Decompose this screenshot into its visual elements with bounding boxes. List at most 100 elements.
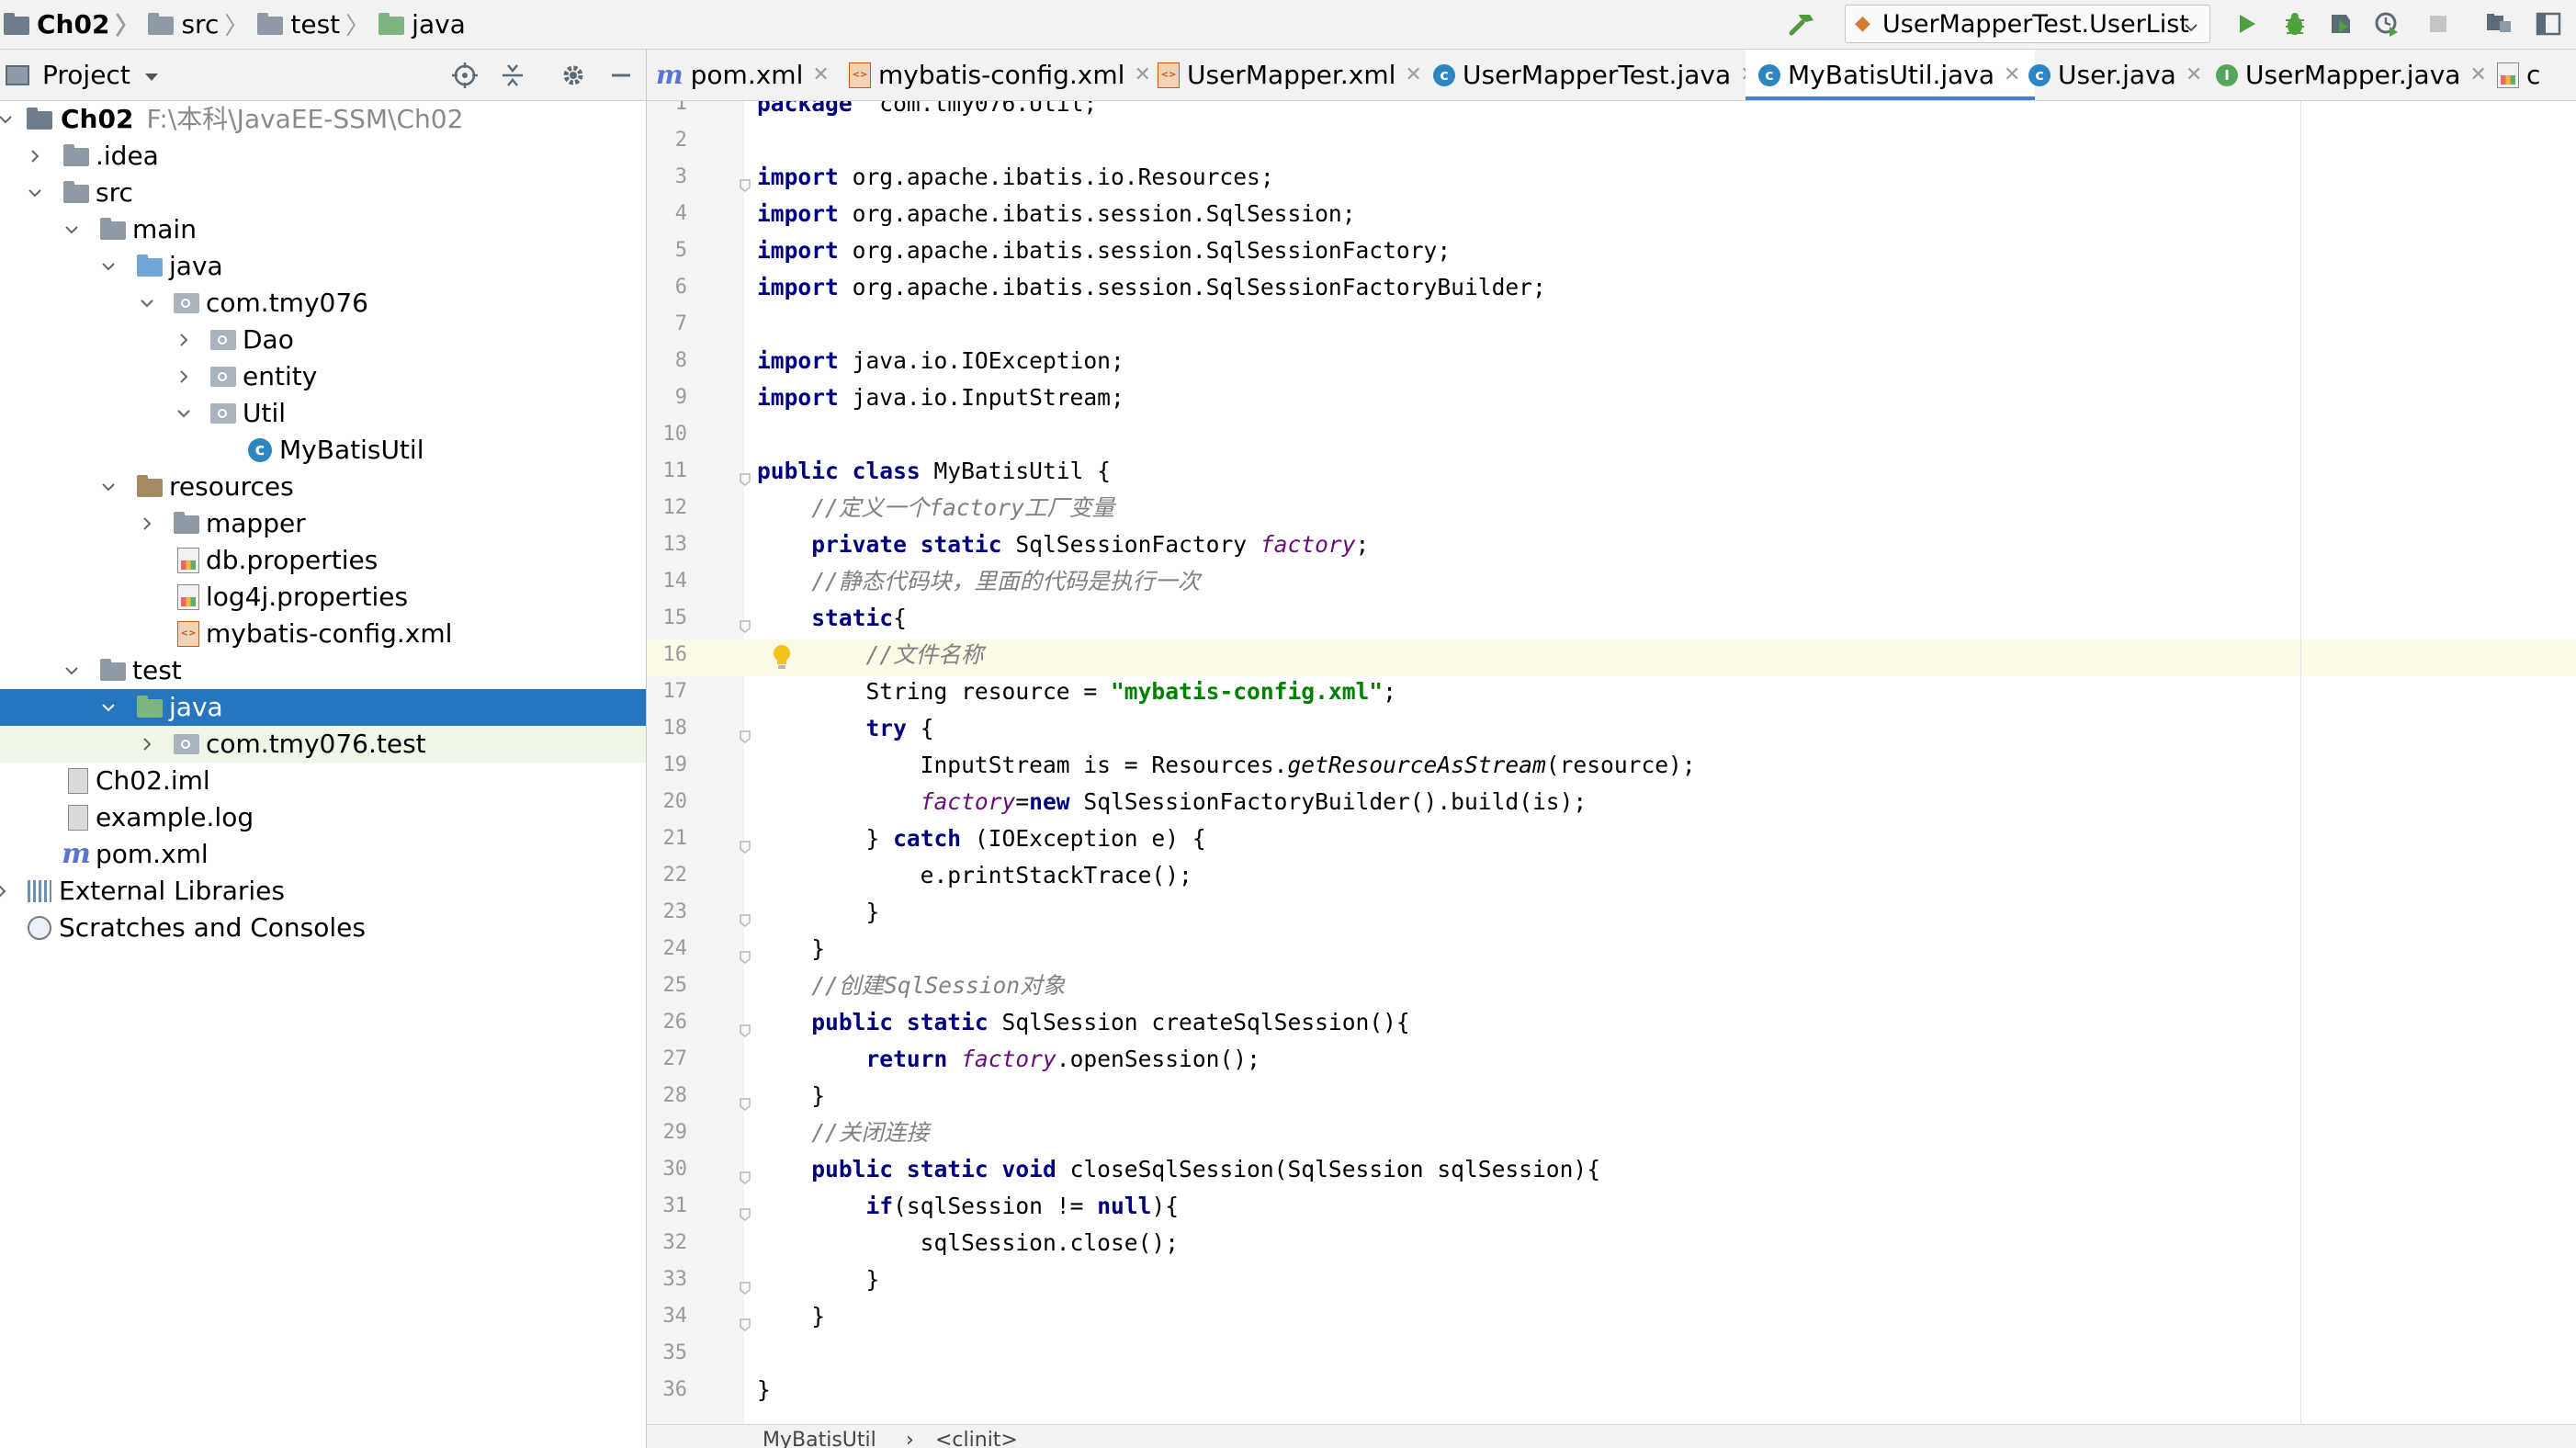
code-line[interactable]: 31 if(sqlSession != null){ — [647, 1188, 2576, 1225]
run-configuration-select[interactable]: ◆ UserMapperTest.UserList — [1845, 5, 2210, 43]
fold-marker-icon[interactable] — [739, 1089, 751, 1111]
code-line[interactable]: 27 return factory.openSession(); — [647, 1041, 2576, 1078]
code-line[interactable]: 12 //定义一个factory工厂变量 — [647, 490, 2576, 526]
code-line[interactable]: 34 } — [647, 1298, 2576, 1335]
fold-marker-icon[interactable] — [739, 905, 751, 927]
close-icon[interactable]: ✕ — [2186, 63, 2202, 86]
code-line[interactable]: 10 — [647, 416, 2576, 453]
chevron-right-icon[interactable] — [0, 880, 13, 902]
fold-marker-icon[interactable] — [739, 721, 751, 743]
close-icon[interactable]: ✕ — [1405, 63, 1421, 86]
code-line[interactable]: 26 public static SqlSession createSqlSes… — [647, 1004, 2576, 1041]
collapse-all-icon[interactable] — [498, 61, 527, 90]
coverage-icon[interactable] — [2324, 7, 2357, 40]
tree-item-idea[interactable]: .idea — [0, 138, 646, 175]
tab-usermapper-xml[interactable]: <> UserMapper.xml ✕ — [1158, 50, 1422, 100]
close-icon[interactable]: ✕ — [812, 63, 829, 86]
hide-icon[interactable] — [606, 61, 636, 90]
code-line[interactable]: 23 } — [647, 894, 2576, 931]
code-line[interactable]: 18 try { — [647, 710, 2576, 747]
chevron-right-icon[interactable] — [173, 366, 195, 388]
tab-mybatisutil-java[interactable]: c MyBatisUtil.java ✕ — [1746, 50, 2036, 100]
tree-item-main[interactable]: main — [0, 211, 646, 248]
code-editor[interactable]: 1 package com.tmy076.Util; 2 3 import org.ap… — [647, 101, 2576, 1424]
chevron-right-icon[interactable] — [136, 513, 158, 535]
breadcrumb-item-java[interactable]: java — [378, 9, 466, 40]
code-line[interactable]: 4 import org.apache.ibatis.session.SqlSes… — [647, 196, 2576, 232]
code-line[interactable]: 24 } — [647, 931, 2576, 967]
breadcrumb-item-src[interactable]: src 〉 — [148, 7, 257, 41]
code-line[interactable]: 14 //静态代码块，里面的代码是执行一次 — [647, 563, 2576, 600]
tree-item-scratches-and-consoles[interactable]: Scratches and Consoles — [0, 910, 646, 946]
tab-user-java[interactable]: c User.java ✕ — [2028, 50, 2202, 100]
tree-item-pom-xml[interactable]: m pom.xml — [0, 836, 646, 873]
fold-marker-icon[interactable] — [739, 1015, 751, 1037]
close-icon[interactable]: ✕ — [2469, 63, 2486, 86]
chevron-down-icon[interactable] — [61, 219, 83, 241]
code-line[interactable]: 3 import org.apache.ibatis.io.Resources; — [647, 159, 2576, 196]
chevron-down-icon[interactable] — [97, 476, 119, 498]
tree-item-ch02-iml[interactable]: Ch02.iml — [0, 763, 646, 799]
lightbulb-icon[interactable] — [772, 644, 792, 672]
fold-marker-icon[interactable] — [739, 1309, 751, 1331]
breadcrumb-item-test[interactable]: test 〉 — [257, 7, 378, 41]
gear-icon[interactable] — [559, 61, 588, 90]
tree-item-resources[interactable]: resources — [0, 469, 646, 505]
editor-breadcrumb-class[interactable]: MyBatisUtil — [763, 1429, 876, 1448]
tab-usermapper-java[interactable]: I UserMapper.java ✕ — [2216, 50, 2487, 100]
fold-marker-icon[interactable] — [739, 1199, 751, 1221]
tree-item-project-root[interactable]: Ch02 F:\本科\JavaEE-SSM\Ch02 — [0, 101, 646, 138]
chevron-right-icon[interactable] — [24, 145, 46, 167]
close-icon[interactable]: ✕ — [2004, 63, 2020, 86]
tree-item-src[interactable]: src — [0, 175, 646, 211]
breadcrumb-item-project[interactable]: Ch02 〉 — [4, 7, 148, 41]
tree-item-mapper[interactable]: mapper — [0, 505, 646, 542]
tree-item-external-libraries[interactable]: External Libraries — [0, 873, 646, 910]
code-line[interactable]: 5 import org.apache.ibatis.session.SqlSes… — [647, 232, 2576, 269]
code-line[interactable]: 17 String resource = "mybatis-config.xml… — [647, 673, 2576, 710]
tree-item-package-com-tmy076-test[interactable]: com.tmy076.test — [0, 726, 646, 763]
code-line[interactable]: 21 } catch (IOException e) { — [647, 820, 2576, 857]
tree-item-package-dao[interactable]: Dao — [0, 322, 646, 358]
fold-marker-icon[interactable] — [739, 170, 751, 192]
chevron-right-icon[interactable] — [173, 329, 195, 351]
chevron-down-icon[interactable] — [97, 255, 119, 277]
code-line[interactable]: 20 factory=new SqlSessionFactoryBuilder(… — [647, 784, 2576, 820]
project-view-title[interactable]: Project — [42, 60, 130, 90]
chevron-down-icon[interactable] — [143, 60, 160, 90]
code-line[interactable]: 25 //创建SqlSession对象 — [647, 967, 2576, 1004]
fold-marker-icon[interactable] — [739, 1162, 751, 1184]
tree-item-example-log[interactable]: example.log — [0, 799, 646, 836]
fold-marker-icon[interactable] — [739, 611, 751, 633]
layout-icon[interactable] — [2532, 7, 2565, 40]
code-line[interactable]: 28 } — [647, 1078, 2576, 1114]
chevron-down-icon[interactable] — [173, 402, 195, 424]
project-structure-icon[interactable] — [2482, 7, 2515, 40]
fold-marker-icon[interactable] — [739, 942, 751, 964]
stop-icon[interactable] — [2422, 7, 2455, 40]
chevron-right-icon[interactable] — [136, 733, 158, 755]
locate-icon[interactable] — [450, 61, 480, 90]
editor-breadcrumb-member[interactable]: <clinit> — [935, 1429, 1018, 1448]
hammer-icon[interactable] — [1788, 9, 1817, 39]
code-line[interactable]: 7 — [647, 306, 2576, 343]
tree-item-log4j-properties[interactable]: log4j.properties — [0, 579, 646, 616]
code-line[interactable]: 36} — [647, 1372, 2576, 1408]
close-icon[interactable]: ✕ — [1134, 63, 1150, 86]
chevron-down-icon[interactable] — [0, 108, 17, 130]
tab-usermappertest-java[interactable]: c UserMapperTest.java ✕ — [1433, 50, 1757, 100]
fold-marker-icon[interactable] — [739, 464, 751, 486]
code-line[interactable]: 19 InputStream is = Resources.getResourc… — [647, 747, 2576, 784]
tree-item-main-java[interactable]: java — [0, 248, 646, 285]
chevron-down-icon[interactable] — [24, 182, 46, 204]
code-line[interactable]: 33 } — [647, 1261, 2576, 1298]
code-line[interactable]: 32 sqlSession.close(); — [647, 1225, 2576, 1261]
code-line[interactable]: 22 e.printStackTrace(); — [647, 857, 2576, 894]
tree-item-package-util[interactable]: Util — [0, 395, 646, 432]
code-line[interactable]: 8 import java.io.IOException; — [647, 343, 2576, 379]
tree-item-package-com-tmy076[interactable]: com.tmy076 — [0, 285, 646, 322]
debug-icon[interactable] — [2278, 7, 2311, 40]
chevron-down-icon[interactable] — [61, 660, 83, 682]
fold-marker-icon[interactable] — [739, 1273, 751, 1295]
run-icon[interactable] — [2231, 7, 2264, 40]
